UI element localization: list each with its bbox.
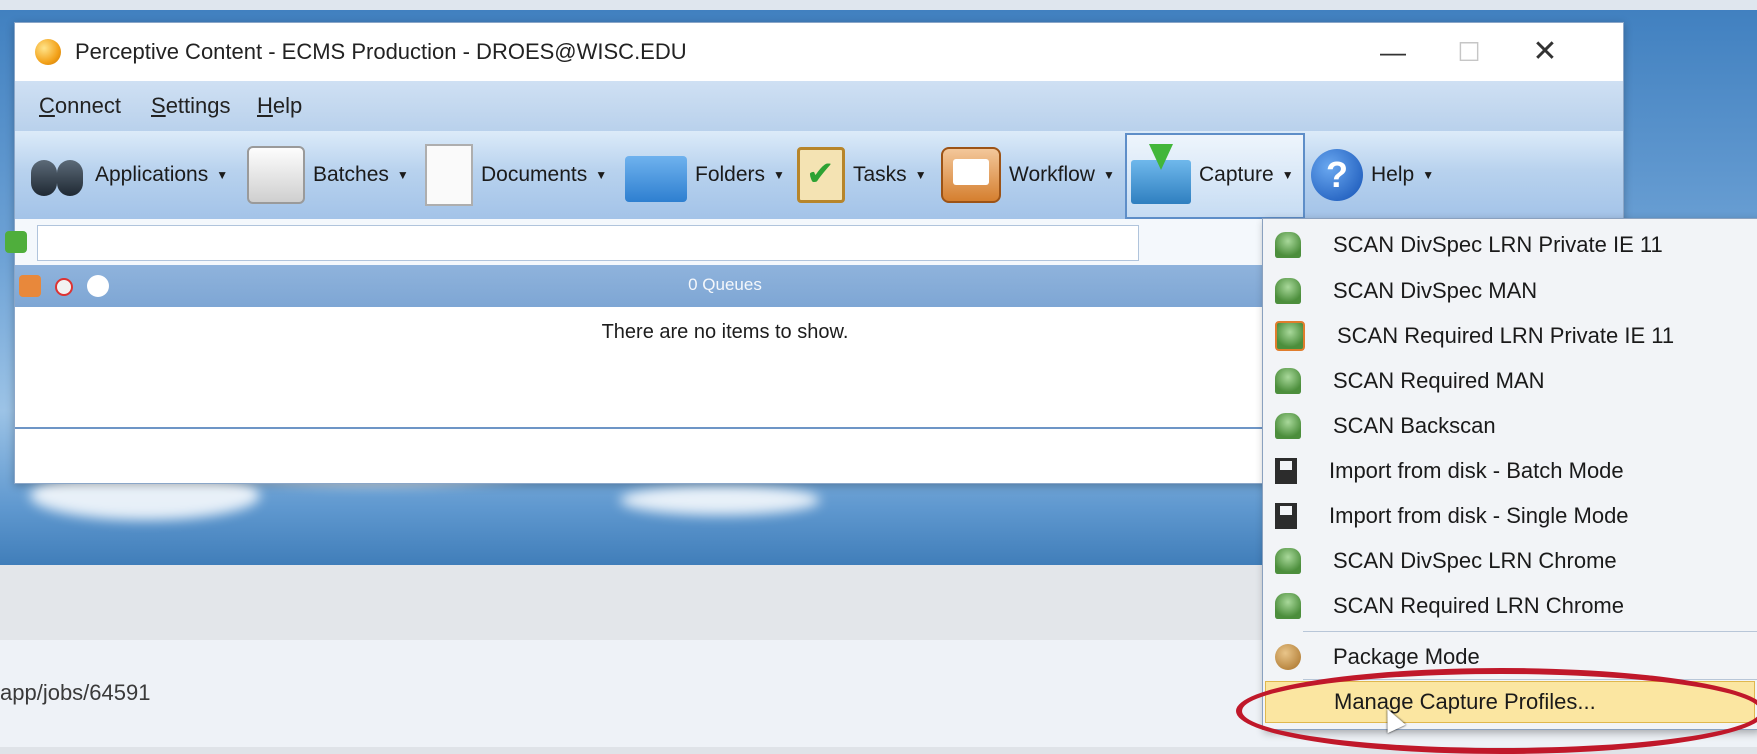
window-title: Perceptive Content - ECMS Production - D… <box>75 39 687 64</box>
workflow-inbox-icon <box>941 147 1001 203</box>
caret-icon: ▼ <box>1281 168 1294 182</box>
menu-item-scan-required-lrn-chrome[interactable]: SCAN Required LRN Chrome <box>1263 584 1757 628</box>
menu-separator <box>1303 631 1757 632</box>
menu-item-scan-required-man[interactable]: SCAN Required MAN <box>1263 359 1757 403</box>
help-button[interactable]: ? Help ▼ <box>1311 131 1434 219</box>
close-button[interactable]: ✕ <box>1517 33 1573 71</box>
scanner-icon <box>1275 593 1301 619</box>
batch-tray-icon <box>247 146 305 204</box>
menu-item-scan-backscan[interactable]: SCAN Backscan <box>1263 404 1757 448</box>
caret-icon: ▼ <box>216 168 229 182</box>
scanner-icon <box>1275 232 1301 258</box>
caret-icon: ▼ <box>595 168 608 182</box>
scanner-icon <box>1275 368 1301 394</box>
caret-icon: ▼ <box>396 168 409 182</box>
menu-item-scan-divspec-lrn-private-ie11[interactable]: SCAN DivSpec LRN Private IE 11 <box>1263 223 1757 267</box>
tasks-button[interactable]: Tasks▼ <box>797 131 927 219</box>
folder-icon <box>625 156 687 202</box>
menu-item-scan-divspec-lrn-chrome[interactable]: SCAN DivSpec LRN Chrome <box>1263 539 1757 583</box>
menu-connect[interactable]: Connect <box>39 93 121 119</box>
caret-icon: ▼ <box>773 168 785 182</box>
menu-item-import-batch-mode[interactable]: Import from disk - Batch Mode <box>1263 449 1757 493</box>
menu-item-scan-divspec-man[interactable]: SCAN DivSpec MAN <box>1263 269 1757 313</box>
applications-button[interactable]: Applications ▼ <box>29 131 228 219</box>
title-bar: Perceptive Content - ECMS Production - D… <box>15 23 1623 81</box>
menu-settings[interactable]: Settings <box>151 93 231 119</box>
capture-scanner-icon <box>1131 144 1191 204</box>
package-icon <box>1275 644 1301 670</box>
top-strip <box>0 0 1757 10</box>
binoculars-icon <box>29 146 87 204</box>
maximize-button[interactable]: ☐ <box>1441 33 1497 71</box>
capture-button[interactable]: Capture ▼ <box>1131 131 1294 219</box>
queue-count-title: 0 Queues <box>688 275 762 294</box>
scanner-icon <box>1275 278 1301 304</box>
toolbar: Applications ▼ Batches ▼ Documents ▼ Folder… <box>15 131 1623 220</box>
home-icon[interactable] <box>5 231 27 253</box>
scanner-icon <box>1275 413 1301 439</box>
annotation-circle <box>1236 668 1757 754</box>
capture-dropdown-menu: SCAN DivSpec LRN Private IE 11 SCAN DivS… <box>1262 218 1757 730</box>
help-question-icon: ? <box>1311 149 1363 201</box>
scanner-selected-icon <box>1275 321 1305 351</box>
disk-icon <box>1275 503 1297 529</box>
menu-item-import-single-mode[interactable]: Import from disk - Single Mode <box>1263 494 1757 538</box>
caret-icon: ▼ <box>1102 168 1115 182</box>
menu-item-scan-required-lrn-private-ie11[interactable]: SCAN Required LRN Private IE 11 <box>1263 314 1757 358</box>
menu-bar: Connect Settings Help <box>15 81 1623 131</box>
search-input[interactable] <box>37 225 1139 261</box>
folders-button[interactable]: Folders ▼ <box>625 131 785 219</box>
caret-icon: ▼ <box>1422 168 1435 182</box>
document-icon <box>425 144 473 206</box>
minimize-button[interactable]: — <box>1365 33 1421 71</box>
clipboard-check-icon <box>797 147 845 203</box>
documents-button[interactable]: Documents ▼ <box>425 131 607 219</box>
caret-icon: ▼ <box>914 168 927 182</box>
cloud <box>620 485 820 515</box>
batches-button[interactable]: Batches ▼ <box>247 131 409 219</box>
menu-help[interactable]: Help <box>257 93 302 119</box>
scanner-icon <box>1275 548 1301 574</box>
workflow-button[interactable]: Workflow ▼ <box>941 131 1115 219</box>
empty-message: There are no items to show. <box>601 321 849 343</box>
app-logo-icon <box>35 39 61 65</box>
disk-icon <box>1275 458 1297 484</box>
url-text[interactable]: app/jobs/64591 <box>0 680 150 706</box>
